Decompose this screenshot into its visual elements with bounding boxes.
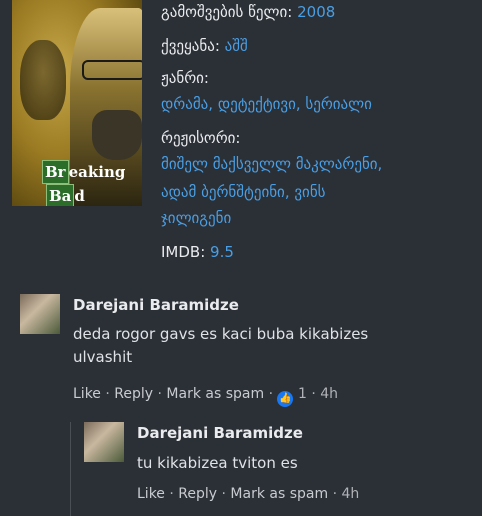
- reply-link[interactable]: Reply: [178, 486, 217, 502]
- comment-time[interactable]: 4h: [341, 486, 359, 502]
- year-row: გამოშვების წელი: 2008: [161, 2, 335, 22]
- poster-logo: Br eaking Ba d: [42, 160, 125, 206]
- year-link[interactable]: 2008: [297, 3, 335, 21]
- mark-as-spam-link[interactable]: Mark as spam: [230, 486, 328, 502]
- reply-link[interactable]: Reply: [114, 386, 153, 402]
- poster-title-line1-rest: eaking: [68, 163, 126, 181]
- thumbs-up-icon: 👍: [277, 391, 294, 407]
- like-link[interactable]: Like: [137, 486, 165, 502]
- movie-poster[interactable]: Br eaking Ba d: [12, 0, 142, 206]
- reply-thread-line: [70, 422, 71, 516]
- comment-author[interactable]: Darejani Baramidze: [137, 424, 303, 442]
- country-label: ქვეყანა:: [161, 37, 220, 55]
- country-row: ქვეყანა: აშშ: [161, 36, 248, 56]
- avatar[interactable]: [20, 294, 60, 334]
- comment-text-line2: ulvashit: [73, 348, 133, 366]
- director-link-line3[interactable]: ჯილიგენი: [161, 208, 231, 228]
- mark-as-spam-link[interactable]: Mark as spam: [166, 386, 264, 402]
- comment-time[interactable]: 4h: [320, 386, 338, 402]
- comment-actions: Like · Reply · Mark as spam · 4h: [137, 486, 360, 502]
- genre-label: ჟანრი:: [161, 69, 209, 87]
- imdb-value: 9.5: [210, 243, 234, 261]
- like-count[interactable]: 1: [298, 386, 307, 402]
- country-link[interactable]: აშშ: [225, 37, 248, 55]
- imdb-label: IMDB:: [161, 243, 206, 261]
- poster-glasses: [82, 60, 142, 80]
- director-link-line2[interactable]: ადამ ბერნშტეინი, ვინს: [161, 182, 326, 202]
- avatar[interactable]: [84, 422, 124, 462]
- director-link-line1[interactable]: მიშელ მაქსველლ მაკლარენი,: [161, 154, 382, 174]
- comment-actions: Like · Reply · Mark as spam · 👍 1 · 4h: [73, 386, 338, 407]
- year-label: გამოშვების წელი:: [161, 3, 293, 21]
- imdb-row: IMDB: 9.5: [161, 242, 234, 262]
- comment-text-line1: deda rogor gavs es kaci buba kikabizes: [73, 325, 369, 343]
- poster-character-left: [20, 40, 66, 120]
- comment-author[interactable]: Darejani Baramidze: [73, 296, 239, 314]
- like-link[interactable]: Like: [73, 386, 101, 402]
- comment-text-line1: tu kikabizea tviton es: [137, 454, 298, 472]
- genre-links[interactable]: დრამა, დეტექტივი, სერიალი: [161, 94, 372, 114]
- poster-beard: [92, 110, 142, 160]
- director-label: რეჟისორი:: [161, 129, 241, 147]
